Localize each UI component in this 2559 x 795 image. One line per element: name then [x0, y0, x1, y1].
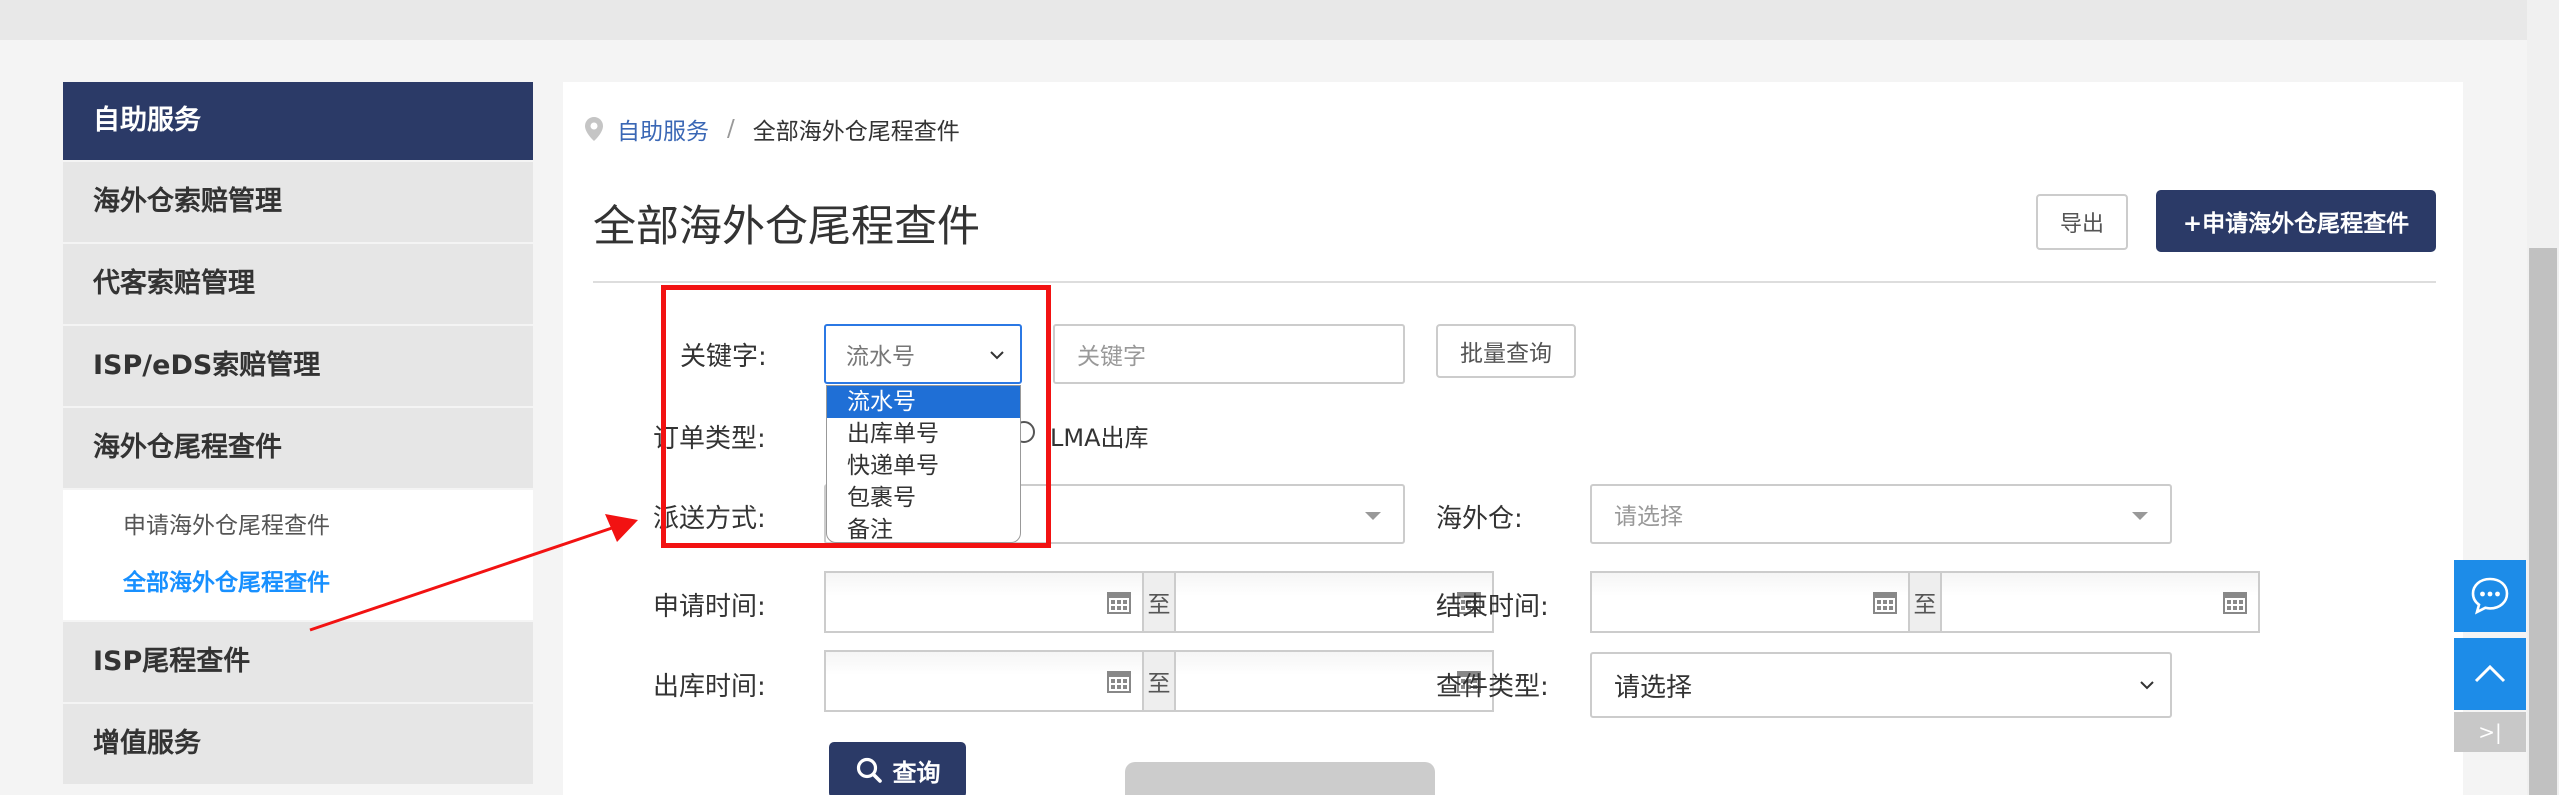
breadcrumb-separator: / [727, 116, 735, 142]
delivery-method-label: 派送方式: [653, 504, 766, 534]
calendar-icon [1107, 671, 1131, 693]
query-button[interactable]: 查询 [829, 742, 966, 795]
dropdown-option-serial-no[interactable]: 流水号 [827, 386, 1020, 418]
collapse-float-panel-button[interactable]: >| [2454, 712, 2526, 752]
scrollbar-thumb[interactable] [2529, 248, 2557, 795]
query-type-label: 查件类型: [1436, 672, 1549, 702]
sidebar: 自助服务 海外仓索赔管理 代客索赔管理 ISP/eDS索赔管理 海外仓尾程查件 … [63, 82, 533, 784]
top-bar [0, 0, 2527, 40]
apply-lastmile-query-button[interactable]: +申请海外仓尾程查件 [2156, 190, 2436, 252]
title-divider [593, 281, 2436, 283]
dropdown-option-remark[interactable]: 备注 [827, 514, 1020, 542]
search-icon [856, 757, 882, 783]
sidebar-item-isp-lastmile[interactable]: ISP尾程查件 [63, 622, 533, 702]
dropdown-option-outbound-order-no[interactable]: 出库单号 [827, 418, 1020, 450]
keyword-placeholder: 关键字 [1077, 344, 1146, 370]
order-type-option-lma[interactable]: LMA出库 [1050, 418, 1149, 453]
dropdown-option-package-no[interactable]: 包裹号 [827, 482, 1020, 514]
breadcrumb: 自助服务 / 全部海外仓尾程查件 [585, 112, 960, 146]
range-separator: 至 [1142, 652, 1176, 710]
batch-query-button[interactable]: 批量查询 [1436, 324, 1576, 378]
sidebar-item-warehouse-lastmile[interactable]: 海外仓尾程查件 [63, 408, 533, 488]
sidebar-header: 自助服务 [63, 82, 533, 160]
location-pin-icon [585, 117, 603, 141]
caret-down-icon [2132, 512, 2148, 520]
sidebar-submenu: 申请海外仓尾程查件 全部海外仓尾程查件 [63, 490, 533, 620]
end-time-end-input[interactable] [1942, 573, 2258, 631]
export-button[interactable]: 导出 [2036, 194, 2128, 250]
warehouse-label: 海外仓: [1436, 504, 1523, 534]
sidebar-subitem-apply[interactable]: 申请海外仓尾程查件 [63, 498, 533, 555]
sidebar-item-warehouse-claims[interactable]: 海外仓索赔管理 [63, 162, 533, 242]
online-chat-button[interactable] [2454, 560, 2526, 632]
sidebar-item-proxy-claims[interactable]: 代客索赔管理 [63, 244, 533, 324]
warehouse-select[interactable]: 请选择 [1590, 484, 2172, 544]
chevron-down-icon [2140, 681, 2154, 690]
range-separator: 至 [1908, 573, 1942, 631]
back-to-top-button[interactable] [2454, 638, 2526, 710]
gray-tab [1125, 762, 1435, 795]
breadcrumb-root-link[interactable]: 自助服务 [617, 112, 709, 146]
keyword-input[interactable]: 关键字 [1053, 324, 1405, 384]
chevron-up-icon [2474, 664, 2506, 683]
warehouse-placeholder: 请选择 [1614, 504, 1683, 530]
keyword-label: 关键字: [680, 342, 767, 372]
query-type-value: 请选择 [1614, 672, 1693, 703]
calendar-icon [1107, 592, 1131, 614]
chevron-down-icon [990, 351, 1004, 360]
calendar-icon [2223, 592, 2247, 614]
caret-down-icon [1365, 512, 1381, 520]
dropdown-option-express-no[interactable]: 快递单号 [827, 450, 1020, 482]
sidebar-item-value-added[interactable]: 增值服务 [63, 704, 533, 784]
range-separator: 至 [1142, 573, 1176, 631]
calendar-icon [1873, 592, 1897, 614]
keyword-type-dropdown: 流水号 出库单号 快递单号 包裹号 备注 [826, 385, 1021, 543]
outbound-time-label: 出库时间: [653, 672, 766, 702]
end-time-start-input[interactable] [1592, 573, 1908, 631]
end-time-range: 至 [1590, 571, 2260, 633]
query-button-label: 查询 [892, 758, 941, 787]
breadcrumb-current: 全部海外仓尾程查件 [752, 119, 960, 145]
order-type-label: 订单类型: [653, 424, 766, 454]
keyword-type-select[interactable]: 流水号 [824, 324, 1022, 384]
apply-time-label: 申请时间: [653, 592, 766, 622]
outbound-time-start-input[interactable] [826, 652, 1142, 710]
keyword-type-value: 流水号 [846, 344, 915, 370]
chat-bubble-icon [2471, 577, 2509, 615]
outbound-time-range: 至 [824, 650, 1494, 712]
apply-time-range: 至 [824, 571, 1494, 633]
sidebar-subitem-all[interactable]: 全部海外仓尾程查件 [63, 555, 533, 612]
end-time-label: 结束时间: [1436, 592, 1549, 622]
query-type-select[interactable]: 请选择 [1590, 652, 2172, 718]
sidebar-item-isp-eds-claims[interactable]: ISP/eDS索赔管理 [63, 326, 533, 406]
apply-time-start-input[interactable] [826, 573, 1142, 631]
page-title: 全部海外仓尾程查件 [593, 202, 980, 252]
